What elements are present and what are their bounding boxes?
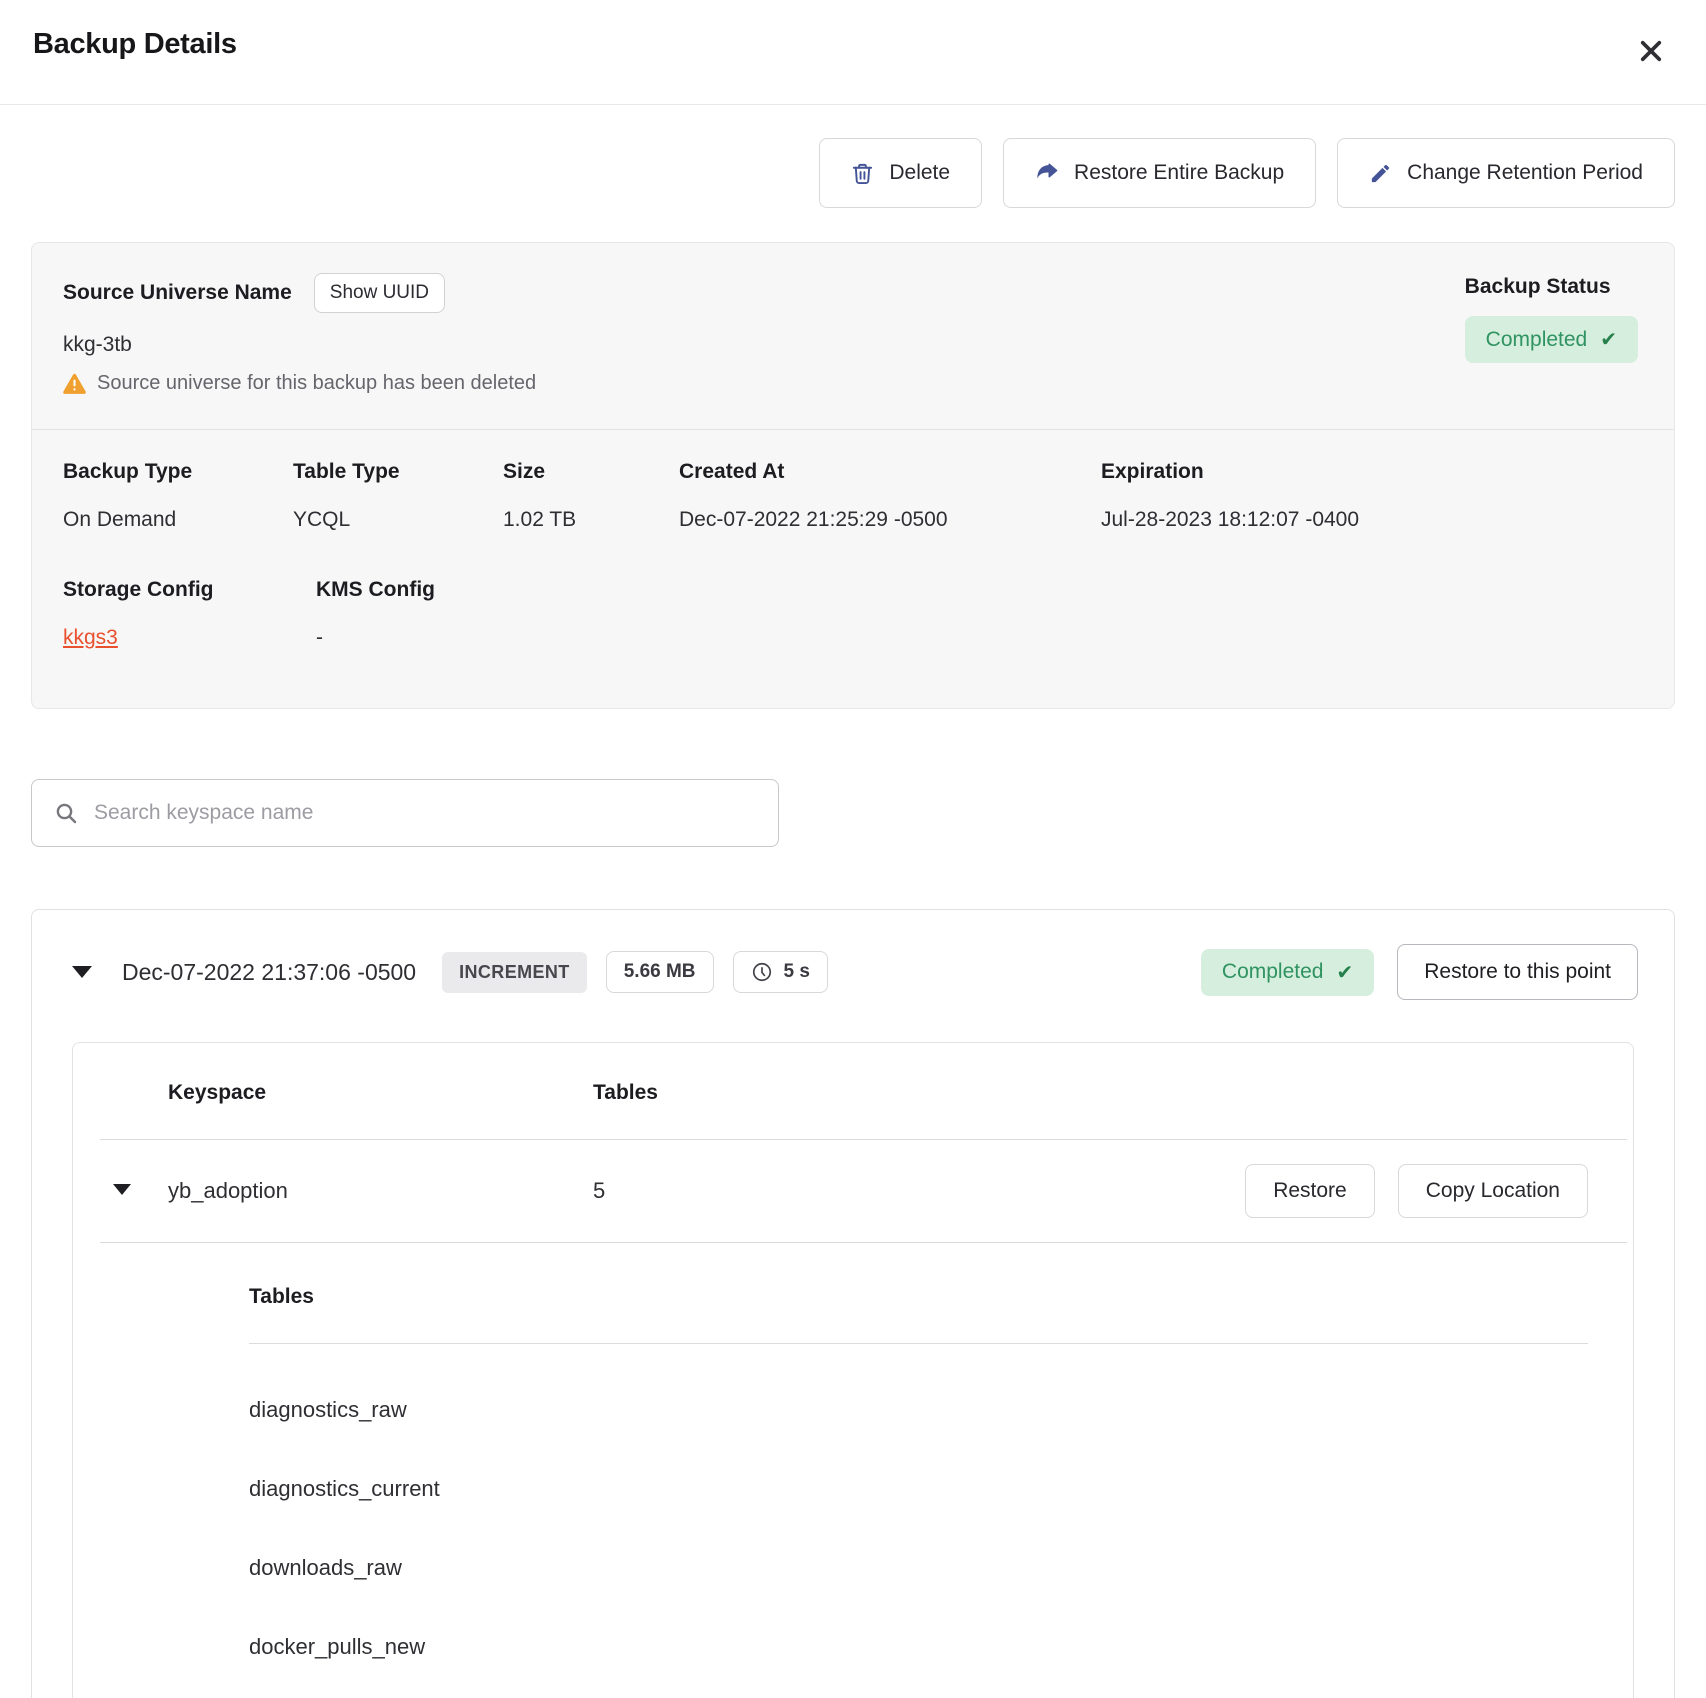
backup-status-block: Backup Status Completed ✔ [1465, 273, 1638, 363]
check-icon: ✔ [1336, 960, 1353, 985]
increment-timestamp: Dec-07-2022 21:37:06 -0500 [122, 959, 416, 986]
delete-button-label: Delete [889, 161, 950, 185]
increment-duration-text: 5 s [784, 961, 810, 983]
keyspace-column-header: Keyspace [168, 1081, 593, 1105]
page-title: Backup Details [33, 28, 237, 61]
field-storage-config: Storage Config kkgs3 [63, 578, 316, 650]
table-list-item: downloads_raw [249, 1555, 1588, 1581]
field-value: Jul-28-2023 18:12:07 -0400 [1101, 508, 1359, 532]
action-buttons-row: Delete Restore Entire Backup Change Rete… [31, 138, 1675, 208]
field-value: Dec-07-2022 21:25:29 -0500 [679, 508, 1101, 532]
restore-arrow-icon [1035, 161, 1059, 185]
restore-to-this-point-button[interactable]: Restore to this point [1397, 944, 1638, 1000]
modal-header: Backup Details [0, 0, 1706, 105]
nested-tables-header: Tables [249, 1285, 1588, 1309]
change-retention-period-button[interactable]: Change Retention Period [1337, 138, 1675, 208]
backup-status-badge: Completed ✔ [1465, 316, 1638, 363]
increment-duration-badge: 5 s [733, 951, 828, 993]
table-list-item: docker_pulls_new [249, 1634, 1588, 1660]
restore-entire-backup-button[interactable]: Restore Entire Backup [1003, 138, 1316, 208]
config-fields-row: Storage Config kkgs3 KMS Config - [32, 532, 1674, 708]
nested-tables-section: Tables diagnostics_raw diagnostics_curre… [73, 1243, 1633, 1698]
table-list-item: diagnostics_raw [249, 1397, 1588, 1423]
increment-header-row: Dec-07-2022 21:37:06 -0500 INCREMENT 5.6… [32, 910, 1674, 1000]
copy-location-button[interactable]: Copy Location [1398, 1164, 1588, 1218]
increment-backup-card: Dec-07-2022 21:37:06 -0500 INCREMENT 5.6… [31, 909, 1675, 1698]
keyspace-table-card: Keyspace Tables yb_adoption 5 Restore Co… [72, 1042, 1634, 1698]
field-label: KMS Config [316, 578, 435, 602]
divider [249, 1343, 1588, 1344]
row-expand-caret-icon[interactable] [113, 1184, 131, 1195]
source-universe-block: Source Universe Name Show UUID kkg-3tb S… [63, 273, 536, 395]
backup-details-modal: Backup Details Delete Restore Entire Bac… [0, 0, 1706, 1698]
backup-status-label: Backup Status [1465, 275, 1611, 299]
field-size: Size 1.02 TB [503, 460, 679, 532]
clock-icon [751, 961, 773, 983]
universe-name: kkg-3tb [63, 333, 536, 357]
close-icon [1636, 36, 1666, 66]
tables-column-header: Tables [593, 1081, 1588, 1105]
universe-deleted-warning: Source universe for this backup has been… [63, 372, 536, 395]
search-input[interactable] [94, 801, 756, 825]
change-retention-period-label: Change Retention Period [1407, 161, 1643, 185]
field-label: Storage Config [63, 578, 316, 602]
field-expiration: Expiration Jul-28-2023 18:12:07 -0400 [1101, 460, 1359, 532]
row-actions: Restore Copy Location [1245, 1164, 1588, 1218]
pencil-icon [1369, 162, 1392, 185]
backup-summary-panel: Source Universe Name Show UUID kkg-3tb S… [31, 242, 1675, 709]
show-uuid-button[interactable]: Show UUID [314, 273, 445, 313]
search-icon [54, 801, 78, 825]
backup-fields-row: Backup Type On Demand Table Type YCQL Si… [32, 430, 1674, 532]
field-label: Backup Type [63, 460, 293, 484]
summary-top-section: Source Universe Name Show UUID kkg-3tb S… [32, 243, 1674, 430]
field-kms-config: KMS Config - [316, 578, 435, 650]
field-created-at: Created At Dec-07-2022 21:25:29 -0500 [679, 460, 1101, 532]
field-label: Size [503, 460, 679, 484]
keyspace-table-header: Keyspace Tables [73, 1081, 1633, 1139]
field-value: - [316, 626, 435, 650]
increment-size-badge: 5.66 MB [606, 951, 714, 993]
increment-status-text: Completed [1222, 960, 1324, 984]
trash-icon [851, 162, 874, 185]
table-list-item: diagnostics_current [249, 1476, 1588, 1502]
field-table-type: Table Type YCQL [293, 460, 503, 532]
field-value: 1.02 TB [503, 508, 679, 532]
tables-count: 5 [593, 1178, 1245, 1204]
keyspace-name: yb_adoption [168, 1178, 593, 1204]
backup-status-badge-text: Completed [1486, 328, 1588, 352]
delete-button[interactable]: Delete [819, 138, 982, 208]
storage-config-link[interactable]: kkgs3 [63, 626, 118, 649]
close-button[interactable] [1632, 32, 1670, 70]
field-value: On Demand [63, 508, 293, 532]
collapse-caret-icon[interactable] [72, 966, 92, 978]
source-universe-label: Source Universe Name [63, 281, 292, 305]
keyspace-table-row: yb_adoption 5 Restore Copy Location [73, 1140, 1633, 1242]
field-label: Table Type [293, 460, 503, 484]
increment-status-badge: Completed ✔ [1201, 949, 1374, 996]
increment-type-badge: INCREMENT [442, 952, 587, 993]
field-value: YCQL [293, 508, 503, 532]
field-label: Created At [679, 460, 1101, 484]
restore-keyspace-button[interactable]: Restore [1245, 1164, 1375, 1218]
keyspace-search-box [31, 779, 779, 847]
universe-deleted-warning-text: Source universe for this backup has been… [97, 372, 536, 395]
field-backup-type: Backup Type On Demand [63, 460, 293, 532]
warning-triangle-icon [63, 373, 86, 394]
field-label: Expiration [1101, 460, 1359, 484]
nested-tables-list: diagnostics_raw diagnostics_current down… [249, 1397, 1588, 1698]
check-icon: ✔ [1600, 327, 1617, 352]
restore-entire-backup-label: Restore Entire Backup [1074, 161, 1284, 185]
